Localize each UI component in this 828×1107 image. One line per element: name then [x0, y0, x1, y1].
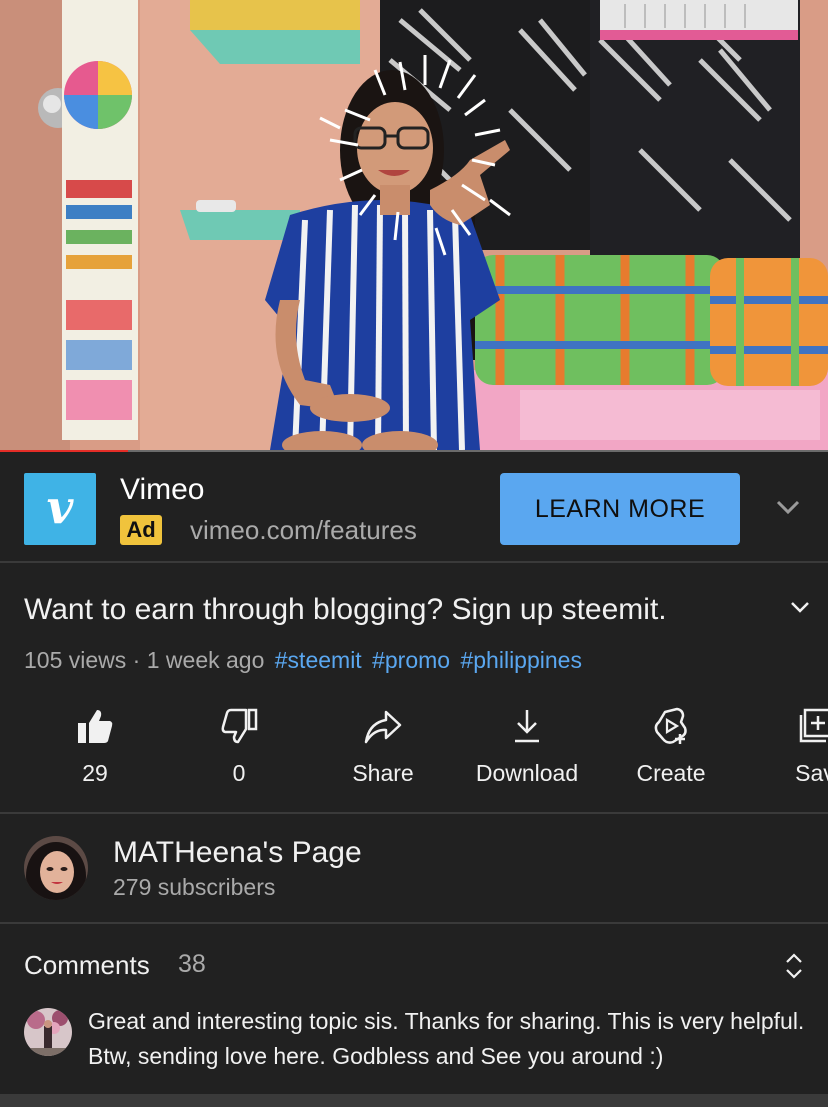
dislike-button[interactable]: 0: [169, 700, 309, 800]
view-count: 105 views: [24, 647, 127, 673]
video-progress-fill: [0, 450, 129, 452]
create-button[interactable]: Create: [601, 700, 741, 800]
video-meta: 105 views · 1 week ago #steemit #promo #…: [24, 645, 582, 675]
video-title[interactable]: Want to earn through blogging? Sign up s…: [24, 591, 764, 629]
hashtag-philippines[interactable]: #philippines: [460, 647, 581, 673]
top-comment-text: Great and interesting topic sis. Thanks …: [88, 1008, 805, 1069]
comment-count: 38: [178, 950, 206, 978]
create-icon: [654, 707, 687, 744]
hashtag-steemit[interactable]: #steemit: [275, 647, 362, 673]
ad-banner[interactable]: v Vimeo Ad vimeo.com/features LEARN MORE: [0, 455, 828, 563]
like-count: 29: [82, 760, 108, 786]
dislike-count: 0: [232, 760, 246, 786]
channel-name[interactable]: MATHeena's Page: [113, 836, 362, 870]
video-frame: [0, 0, 828, 452]
expand-collapse-icon[interactable]: [782, 950, 806, 982]
save-icon: [799, 708, 828, 743]
share-label: Share: [352, 760, 414, 786]
vimeo-logo-icon[interactable]: v: [24, 473, 96, 545]
commenter-avatar[interactable]: [24, 1008, 72, 1056]
action-bar: 29 0 Share Download Create Sa: [0, 700, 828, 814]
ad-badge: Ad: [120, 515, 162, 545]
thumbs-down-icon: [221, 708, 258, 744]
channel-avatar-image: [24, 836, 88, 900]
share-button[interactable]: Share: [313, 700, 453, 800]
like-button[interactable]: 29: [25, 700, 165, 800]
bottom-divider: [0, 1094, 828, 1107]
subscriber-count: 279 subscribers: [113, 874, 276, 900]
ad-url[interactable]: vimeo.com/features: [190, 515, 417, 545]
video-progress-bar[interactable]: [0, 450, 828, 452]
ad-logo-letter: v: [46, 480, 74, 534]
upload-age: 1 week ago: [146, 647, 265, 673]
save-button[interactable]: Sav: [745, 700, 828, 800]
hashtag-promo[interactable]: #promo: [372, 647, 450, 673]
download-label: Download: [475, 760, 579, 786]
channel-avatar[interactable]: [24, 836, 88, 900]
video-player[interactable]: [0, 0, 828, 452]
thumbs-up-icon: [78, 710, 113, 743]
comments-section[interactable]: Comments 38 Great and interesting topic …: [0, 926, 828, 1094]
commenter-avatar-image: [24, 1008, 72, 1056]
meta-separator: ·: [132, 647, 141, 673]
download-button[interactable]: Download: [457, 700, 597, 800]
channel-row[interactable]: MATHeena's Page 279 subscribers: [0, 816, 828, 924]
create-label: Create: [636, 760, 706, 786]
download-icon: [515, 710, 539, 743]
share-icon: [364, 710, 402, 744]
comments-heading: Comments: [24, 950, 150, 980]
learn-more-button[interactable]: LEARN MORE: [500, 473, 740, 545]
ad-advertiser-name[interactable]: Vimeo: [120, 473, 205, 507]
save-label: Sav: [795, 760, 828, 786]
chevron-down-icon[interactable]: [786, 594, 814, 622]
chevron-down-icon[interactable]: [774, 493, 802, 521]
